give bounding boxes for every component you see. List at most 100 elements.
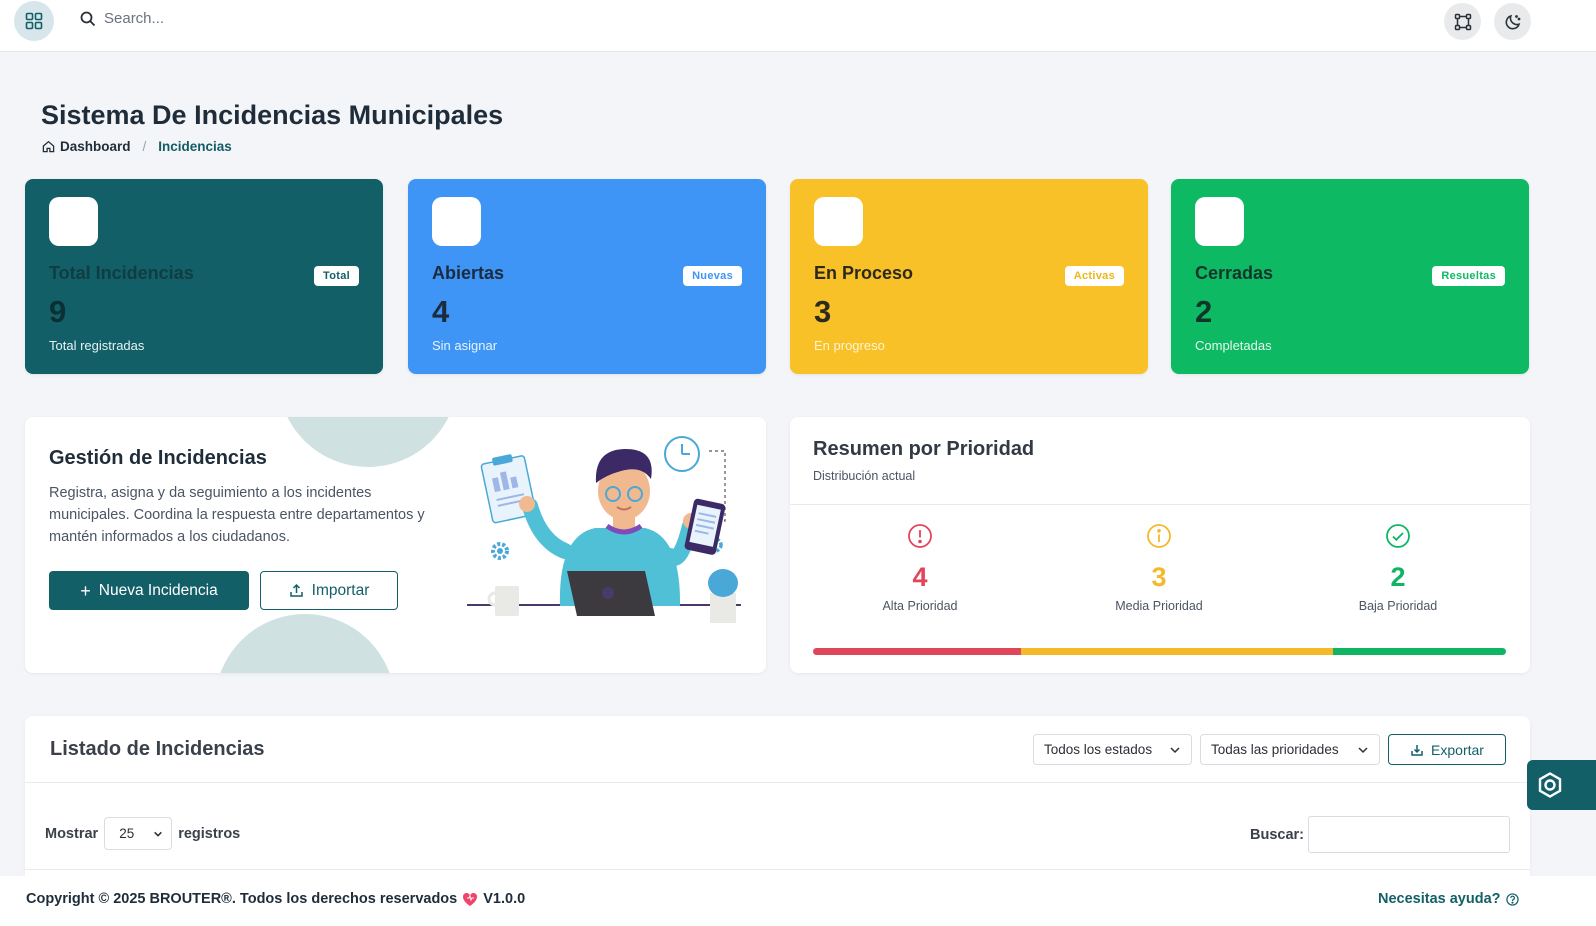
divider xyxy=(790,504,1530,505)
stat-icon xyxy=(49,197,98,246)
alert-circle-icon xyxy=(908,524,932,548)
priority-bar-low xyxy=(1333,648,1506,655)
table-search: Buscar: xyxy=(1250,816,1510,853)
upload-icon xyxy=(289,583,303,597)
info-circle-icon xyxy=(1147,524,1171,548)
check-circle-icon xyxy=(1386,524,1410,548)
priority-bar-high xyxy=(813,648,1021,655)
stat-card-in-progress[interactable]: En Proceso Activas 3 En progreso xyxy=(790,179,1148,374)
table-search-input[interactable] xyxy=(1308,816,1510,853)
priority-bar-medium xyxy=(1021,648,1333,655)
settings-side-button[interactable] xyxy=(1527,760,1596,810)
management-description: Registra, asigna y da seguimiento a los … xyxy=(49,485,425,545)
apps-grid-button[interactable] xyxy=(14,1,54,41)
page-size-value: 25 xyxy=(119,826,135,841)
help-label: Necesitas ayuda? xyxy=(1378,891,1501,907)
priority-value: 3 xyxy=(1151,562,1167,592)
stat-subtitle: Total registradas xyxy=(49,338,145,353)
help-circle-icon xyxy=(1505,892,1519,906)
stat-label: Abiertas xyxy=(432,263,505,283)
priority-label: Media Prioridad xyxy=(1115,599,1203,613)
decorative-circle xyxy=(278,417,458,467)
priority-filter-value: Todas las prioridades xyxy=(1211,742,1339,757)
copyright-text: Copyright © 2025 BROUTER®. Todos los der… xyxy=(26,891,458,907)
breadcrumb-home[interactable]: Dashboard xyxy=(42,139,131,154)
stat-icon xyxy=(1195,197,1244,246)
stat-subtitle: En progreso xyxy=(814,338,885,353)
import-button[interactable]: Importar xyxy=(260,571,398,610)
import-label: Importar xyxy=(311,581,370,599)
stat-badge: Resueltas xyxy=(1432,266,1505,286)
breadcrumb-separator: / xyxy=(142,139,147,154)
table-search-label: Buscar: xyxy=(1250,826,1304,843)
show-label: Mostrar xyxy=(45,825,99,842)
heart-icon xyxy=(463,892,478,906)
person-working-illustration xyxy=(467,436,741,623)
chevron-down-icon xyxy=(1170,746,1180,753)
fullscreen-icon xyxy=(1454,13,1471,30)
stat-subtitle: Completadas xyxy=(1195,338,1272,353)
stat-subtitle: Sin asignar xyxy=(432,338,498,353)
chevron-down-icon xyxy=(1358,746,1368,753)
stat-value: 2 xyxy=(1195,294,1213,329)
priority-item-low: 2 Baja Prioridad xyxy=(1318,523,1478,613)
apps-grid-icon xyxy=(25,12,43,30)
stat-card-open[interactable]: Abiertas Nuevas 4 Sin asignar xyxy=(408,179,766,374)
management-title: Gestión de Incidencias xyxy=(49,447,267,469)
divider xyxy=(25,782,1530,783)
status-filter-value: Todos los estados xyxy=(1044,742,1153,757)
stat-label: Total Incidencias xyxy=(49,263,194,283)
stat-card-total[interactable]: Total Incidencias Total 9 Total registra… xyxy=(25,179,383,374)
priority-label: Baja Prioridad xyxy=(1358,599,1438,613)
stat-value: 3 xyxy=(814,294,832,329)
page-size-select[interactable]: 25 xyxy=(104,817,173,850)
page-size-control: Mostrar 25 registros xyxy=(45,817,240,850)
priority-subtitle: Distribución actual xyxy=(813,469,916,483)
theme-toggle-button[interactable] xyxy=(1494,3,1531,40)
priority-item-high: 4 Alta Prioridad xyxy=(840,523,1000,613)
home-icon xyxy=(42,140,55,153)
stat-label: Cerradas xyxy=(1195,263,1274,283)
plus-icon: + xyxy=(80,580,91,601)
search-box[interactable]: Search... xyxy=(80,10,164,27)
incidents-list-card: Listado de Incidencias Todos los estados… xyxy=(25,716,1530,876)
fullscreen-button[interactable] xyxy=(1444,3,1481,40)
export-label: Exportar xyxy=(1431,741,1484,758)
priority-item-medium: 3 Media Prioridad xyxy=(1079,523,1239,613)
stat-card-closed[interactable]: Cerradas Resueltas 2 Completadas xyxy=(1171,179,1529,374)
records-label: registros xyxy=(178,825,241,842)
priority-summary-card: Resumen por Prioridad Distribución actua… xyxy=(790,417,1530,673)
priority-value: 4 xyxy=(912,562,928,592)
page-title: Sistema De Incidencias Municipales xyxy=(41,100,504,130)
priority-label: Alta Prioridad xyxy=(882,599,958,613)
breadcrumb-home-label: Dashboard xyxy=(60,139,131,154)
version-text: V1.0.0 xyxy=(483,891,526,907)
priority-filter-select[interactable]: Todas las prioridades xyxy=(1200,734,1380,765)
new-incident-label: Nueva Incidencia xyxy=(98,581,218,599)
search-input[interactable]: Search... xyxy=(104,10,164,27)
stat-badge: Total xyxy=(314,266,359,286)
stat-icon xyxy=(814,197,863,246)
breadcrumb-current: Incidencias xyxy=(158,139,232,154)
stat-icon xyxy=(432,197,481,246)
stat-value: 4 xyxy=(432,294,450,329)
help-link[interactable]: Necesitas ayuda? xyxy=(1378,891,1519,907)
download-icon xyxy=(1411,744,1423,756)
stat-badge: Activas xyxy=(1064,266,1124,286)
stat-label: En Proceso xyxy=(814,263,914,283)
divider xyxy=(25,869,1530,870)
breadcrumb: Dashboard / Incidencias xyxy=(42,139,232,154)
search-icon xyxy=(80,11,96,26)
settings-gear-icon xyxy=(1538,772,1562,798)
stat-value: 9 xyxy=(49,294,67,329)
export-button[interactable]: Exportar xyxy=(1388,734,1506,765)
footer: Copyright © 2025 BROUTER®. Todos los der… xyxy=(0,876,1596,926)
top-bar: Search... xyxy=(0,0,1596,52)
decorative-circle xyxy=(215,614,395,673)
management-card: Gestión de Incidencias Registra, asigna … xyxy=(25,417,766,673)
moon-icon xyxy=(1505,14,1520,29)
status-filter-select[interactable]: Todos los estados xyxy=(1033,734,1192,765)
list-title: Listado de Incidencias xyxy=(50,738,265,760)
new-incident-button[interactable]: + Nueva Incidencia xyxy=(49,571,249,610)
chevron-down-icon xyxy=(154,831,163,837)
